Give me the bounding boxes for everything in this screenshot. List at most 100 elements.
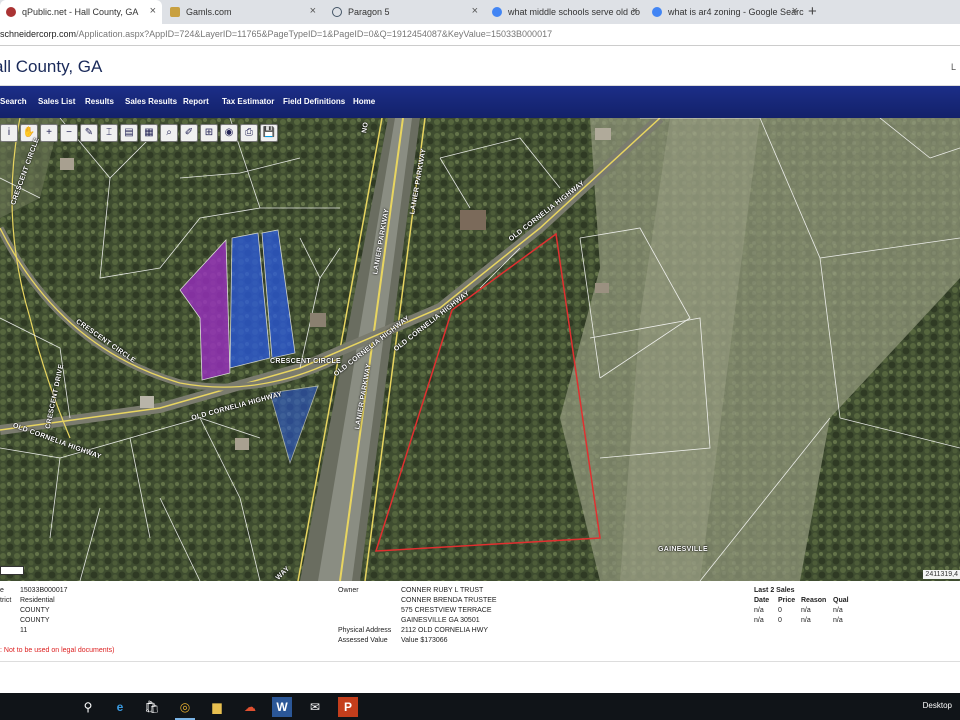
assessed-value-label: Assessed Value (338, 637, 388, 644)
tab-gamls[interactable]: Gamls.com × (164, 0, 322, 24)
tab-label: Gamls.com (186, 7, 232, 17)
close-icon[interactable]: × (150, 5, 156, 17)
main-nav: Search Sales List Results Sales Results … (0, 86, 960, 118)
parcel-acres-value: 11 (20, 627, 28, 634)
assessed-value-value: Value $173066 (401, 637, 448, 644)
search-icon[interactable]: ⚲ (78, 697, 98, 717)
tab-qpublic[interactable]: qPublic.net - Hall County, GA × (0, 0, 162, 24)
nav-field-definitions[interactable]: Field Definitions (283, 97, 345, 106)
sales-header-date: Date (754, 597, 770, 604)
sales-cell: n/a (833, 607, 843, 614)
physical-address-value: 2112 OLD CORNELIA HWY (401, 627, 489, 634)
nav-home[interactable]: Home (353, 97, 375, 106)
chrome-icon[interactable]: ◎ (175, 697, 195, 720)
select-icon[interactable]: ▦ (140, 124, 158, 142)
save-icon[interactable]: 💾 (260, 124, 278, 142)
mail-icon[interactable]: ✉ (305, 697, 325, 717)
sales-header-price: Price (778, 597, 796, 604)
parcel-field-label: e (0, 587, 4, 594)
google-favicon-icon (492, 7, 502, 17)
sales-cell: n/a (801, 607, 811, 614)
aerial-map (0, 118, 960, 581)
tab-label: qPublic.net - Hall County, GA (22, 7, 139, 17)
sales-cell: n/a (754, 617, 764, 624)
edit-icon[interactable]: ✐ (180, 124, 198, 142)
parcel-district-value: COUNTY (20, 607, 50, 614)
identify-icon[interactable]: ◉ (220, 124, 238, 142)
qpublic-favicon-icon (6, 7, 16, 17)
cloud-icon[interactable]: ☁ (240, 697, 260, 717)
search-icon[interactable]: ⌕ (160, 124, 178, 142)
sales-header-reason: Reason (801, 597, 827, 604)
nav-results[interactable]: Results (85, 97, 114, 106)
new-tab-button[interactable]: + (808, 3, 817, 20)
owner-label: Owner (338, 587, 359, 594)
url-domain: schneidercorp.com (0, 29, 77, 39)
sales-cell: 0 (778, 617, 782, 624)
print-icon[interactable]: ⎙ (240, 124, 258, 142)
map-toolbar: i ✋ + − ✎ ⌶ ▤ ▦ ⌕ ✐ ⊞ ◉ ⎙ 💾 (0, 124, 278, 144)
user-menu[interactable]: L (951, 62, 956, 72)
owner-line: GAINESVILLE GA 30501 (401, 617, 480, 624)
owner-line: 575 CRESTVIEW TERRACE (401, 607, 492, 614)
edge-icon[interactable]: e (110, 697, 130, 717)
legal-disclaimer: : Not to be used on legal documents) (0, 647, 115, 654)
nav-sales-results[interactable]: Sales Results (125, 97, 177, 106)
physical-address-label: Physical Address (338, 627, 392, 634)
map-scale-bar (0, 566, 24, 575)
area-label-gainesville: GAINESVILLE (658, 546, 708, 553)
parcel-field-label: trict (0, 597, 12, 604)
tab-paragon[interactable]: Paragon 5 × (326, 0, 484, 24)
tab-label: what is ar4 zoning - Google Searc (668, 7, 804, 17)
measure-icon[interactable]: ⌶ (100, 124, 118, 142)
page-title: all County, GA (0, 57, 103, 76)
tab-label: Paragon 5 (348, 7, 390, 17)
close-icon[interactable]: × (310, 5, 316, 17)
google-favicon-icon (652, 7, 662, 17)
word-icon[interactable]: W (272, 697, 292, 717)
file-explorer-icon[interactable]: ▆ (207, 697, 227, 717)
tab-google-ar4-zoning[interactable]: what is ar4 zoning - Google Searc × (646, 0, 804, 24)
site-header: all County, GA L (0, 46, 960, 86)
owner-line: CONNER RUBY L TRUST (401, 587, 484, 594)
address-bar[interactable]: schneidercorp.com/Application.aspx?AppID… (0, 24, 960, 46)
sales-cell: 0 (778, 607, 782, 614)
layers-icon[interactable]: ▤ (120, 124, 138, 142)
close-icon[interactable]: × (472, 5, 478, 17)
windows-taskbar: ⚲ e 🛍 ◎ ▆ ☁ W ✉ P Desktop (0, 693, 960, 720)
owner-line: CONNER BRENDA TRUSTEE (401, 597, 497, 604)
nav-sales-list[interactable]: Sales List (38, 97, 75, 106)
road-label-crescent-circle: CRESCENT CIRCLE (270, 358, 342, 365)
sales-cell: n/a (754, 607, 764, 614)
close-icon[interactable]: × (792, 5, 798, 17)
nav-tax-estimator[interactable]: Tax Estimator (222, 97, 274, 106)
desktop-toolbar-label[interactable]: Desktop (923, 701, 952, 710)
map-viewer[interactable]: i ✋ + − ✎ ⌶ ▤ ▦ ⌕ ✐ ⊞ ◉ ⎙ 💾 NO LANIER PA… (0, 118, 960, 581)
parcel-class-value: Residential (20, 597, 55, 604)
map-coordinates: 2411319,4 (923, 570, 960, 579)
zoom-out-icon[interactable]: − (60, 124, 78, 142)
powerpoint-icon[interactable]: P (338, 697, 358, 717)
parcel-id-value: 15033B000017 (20, 587, 68, 594)
sales-cell: n/a (801, 617, 811, 624)
close-icon[interactable]: × (632, 5, 638, 17)
draw-icon[interactable]: ✎ (80, 124, 98, 142)
paragon-favicon-icon (332, 7, 342, 17)
nav-report[interactable]: Report (183, 97, 209, 106)
tab-label: what middle schools serve old co (508, 7, 641, 17)
parcel-county-value: COUNTY (20, 617, 50, 624)
gamls-favicon-icon (170, 7, 180, 17)
page-footer-space (0, 661, 960, 693)
parcel-info-panel: e trict 15033B000017 Residential COUNTY … (0, 581, 960, 661)
info-icon[interactable]: i (0, 124, 18, 142)
grid-icon[interactable]: ⊞ (200, 124, 218, 142)
sales-cell: n/a (833, 617, 843, 624)
last-sales-title: Last 2 Sales (754, 587, 795, 594)
sales-header-qual: Qual (833, 597, 849, 604)
store-icon[interactable]: 🛍 (142, 697, 162, 717)
tab-google-middle-schools[interactable]: what middle schools serve old co × (486, 0, 644, 24)
nav-search[interactable]: Search (0, 97, 27, 106)
zoom-in-icon[interactable]: + (40, 124, 58, 142)
browser-tab-strip: qPublic.net - Hall County, GA × Gamls.co… (0, 0, 960, 24)
url-path: /Application.aspx?AppID=724&LayerID=1176… (76, 29, 553, 39)
